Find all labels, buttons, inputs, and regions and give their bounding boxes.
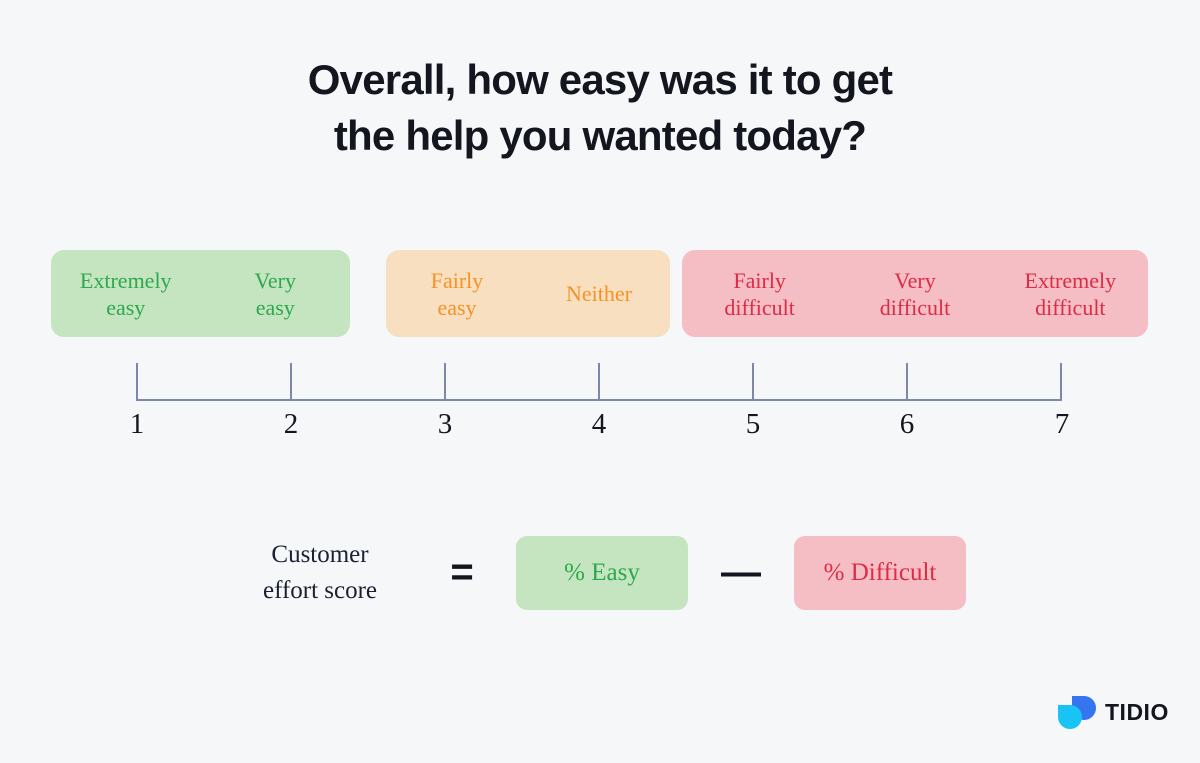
- scale-label-line-1: Very: [254, 267, 297, 293]
- ruler-tick-3: [444, 363, 446, 401]
- scale-label-extremely-difficult: Extremely difficult: [993, 267, 1148, 321]
- scale-label-line-2: difficult: [724, 294, 795, 320]
- minus-operator: —: [721, 550, 761, 594]
- scale-label-line-2: difficult: [879, 294, 951, 320]
- formula-term-percent-easy: % Easy: [516, 536, 688, 610]
- scale-label-neither: Neither: [528, 280, 670, 307]
- ruler-tick-labels: 1 2 3 4 5 6 7: [0, 405, 1200, 445]
- tidio-logo-text: TIDIO: [1105, 698, 1169, 725]
- scale-label-fairly-difficult: Fairly difficult: [682, 267, 837, 321]
- ruler-tick-label-1: 1: [129, 408, 145, 440]
- scale-label-boxes: Extremely easy Very easy Fairly easy Nei…: [0, 250, 1200, 337]
- scale-label-very-easy: Very easy: [201, 267, 351, 321]
- ruler-tick-label-6: 6: [899, 408, 915, 440]
- page-title: Overall, how easy was it to get the help…: [0, 52, 1200, 164]
- equals-operator: =: [450, 550, 474, 594]
- formula-label-line-1: Customer: [271, 541, 369, 568]
- ruler-tick-label-4: 4: [591, 408, 607, 440]
- ruler-tick-label-2: 2: [283, 408, 299, 440]
- scale-group-neutral: Fairly easy Neither: [386, 250, 670, 337]
- scale-label-line-2: easy: [106, 294, 146, 320]
- scale-label-line-1: Fairly: [430, 267, 484, 293]
- scale-label-line-1: Fairly: [733, 267, 786, 293]
- formula-term-percent-difficult: % Difficult: [794, 536, 966, 610]
- scale-label-line-2: difficult: [1035, 294, 1106, 320]
- customer-effort-score-formula: Customer effort score = % Easy — % Diffi…: [0, 534, 1200, 614]
- ruler-tick-1: [136, 363, 138, 401]
- ruler-tick-7: [1060, 363, 1062, 401]
- scale-label-line-2: easy: [255, 294, 295, 320]
- scale-ruler: [136, 363, 1062, 401]
- scale-group-easy: Extremely easy Very easy: [51, 250, 350, 337]
- scale-label-fairly-easy: Fairly easy: [386, 267, 528, 321]
- ruler-tick-label-3: 3: [437, 408, 453, 440]
- scale-label-very-difficult: Very difficult: [837, 267, 992, 321]
- tidio-logo-mark-icon: [1058, 695, 1096, 729]
- ruler-tick-4: [598, 363, 600, 401]
- page-title-line-1: Overall, how easy was it to get: [307, 56, 893, 103]
- formula-label-customer-effort-score: Customer effort score: [230, 537, 410, 609]
- scale-label-extremely-easy: Extremely easy: [51, 267, 201, 321]
- scale-label-line-2: easy: [437, 294, 477, 320]
- tidio-logo: TIDIO: [1058, 694, 1176, 730]
- ruler-tick-5: [752, 363, 754, 401]
- ruler-tick-2: [290, 363, 292, 401]
- scale-label-line-1: Extremely: [79, 267, 172, 293]
- scale-label-line-1: Extremely: [1024, 267, 1117, 293]
- scale-label-line-1: Neither: [566, 281, 632, 306]
- ruler-tick-label-7: 7: [1054, 408, 1070, 440]
- formula-label-line-2: effort score: [262, 577, 378, 604]
- scale-group-difficult: Fairly difficult Very difficult Extremel…: [682, 250, 1148, 337]
- chat-bubble-cyan-icon: [1058, 704, 1082, 729]
- ruler-tick-label-5: 5: [745, 408, 761, 440]
- page-title-line-2: the help you wanted today?: [333, 112, 867, 159]
- ruler-tick-6: [906, 363, 908, 401]
- scale-label-line-1: Very: [894, 267, 936, 293]
